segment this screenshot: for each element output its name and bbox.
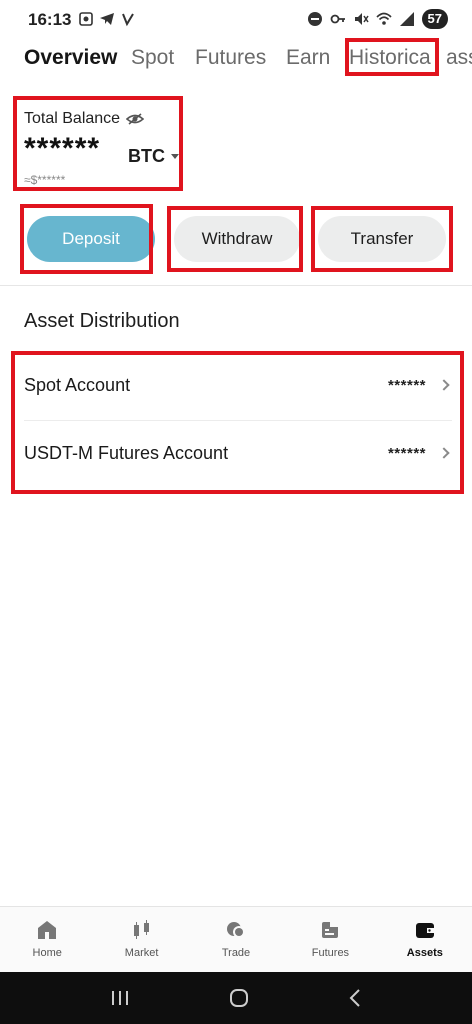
tab-assets-overflow[interactable]: ass — [446, 46, 472, 70]
status-bar: 16:13 57 — [0, 0, 472, 40]
total-balance-label: Total Balance — [24, 110, 145, 128]
section-divider — [0, 285, 472, 286]
deposit-button[interactable]: Deposit — [27, 216, 155, 262]
recent-apps-icon[interactable] — [109, 989, 131, 1007]
chevron-right-icon — [438, 379, 450, 391]
bottom-nav: Home Market Trade Futures Assets — [0, 906, 472, 972]
tab-historical[interactable]: Historica — [349, 46, 431, 70]
dnd-icon — [307, 12, 322, 26]
row-divider — [24, 420, 452, 421]
home-icon — [38, 921, 57, 939]
wallet-icon — [415, 923, 434, 938]
chevron-right-icon — [438, 447, 450, 459]
nav-label: Market — [124, 947, 159, 959]
account-value: ****** — [387, 444, 426, 462]
futures-account-row[interactable]: USDT-M Futures Account ****** — [24, 425, 452, 481]
nav-label: Home — [32, 947, 62, 959]
withdraw-button[interactable]: Withdraw — [174, 216, 300, 262]
asset-distribution-title: Asset Distribution — [24, 310, 180, 332]
nav-home[interactable]: Home — [0, 907, 94, 972]
futures-icon — [322, 922, 339, 938]
nav-market[interactable]: Market — [94, 907, 188, 972]
currency-selector[interactable]: BTC — [128, 146, 179, 167]
check-icon — [122, 13, 134, 27]
spot-account-row[interactable]: Spot Account ****** — [24, 357, 452, 413]
tab-futures[interactable]: Futures — [195, 46, 266, 70]
tab-spot[interactable]: Spot — [131, 46, 174, 70]
fiat-balance: ≈$****** — [24, 173, 66, 187]
screenshot-icon — [79, 12, 93, 26]
back-icon[interactable] — [347, 987, 363, 1009]
wifi-icon — [375, 12, 392, 25]
caret-down-icon — [171, 154, 179, 159]
asset-tabs: Overview Spot Futures Earn Historica ass — [0, 38, 472, 84]
account-name: Spot Account — [24, 374, 131, 395]
nav-futures[interactable]: Futures — [283, 907, 377, 972]
eye-off-icon[interactable] — [126, 112, 145, 126]
transfer-button[interactable]: Transfer — [318, 216, 446, 262]
signal-icon — [399, 12, 414, 26]
nav-label: Trade — [221, 947, 251, 959]
nav-label: Assets — [406, 947, 443, 959]
system-nav-bar — [0, 972, 472, 1024]
currency-label: BTC — [128, 146, 165, 166]
nav-trade[interactable]: Trade — [189, 907, 283, 972]
tab-overview[interactable]: Overview — [24, 46, 117, 70]
total-balance-text: Total Balance — [24, 110, 121, 127]
nav-assets[interactable]: Assets — [378, 907, 472, 972]
battery-indicator: 57 — [421, 9, 448, 29]
mute-icon — [354, 13, 369, 25]
tab-earn[interactable]: Earn — [286, 46, 330, 70]
trade-icon — [227, 922, 246, 938]
status-time: 16:13 — [28, 10, 72, 29]
account-value: ****** — [387, 376, 426, 394]
key-icon — [330, 14, 345, 24]
candlestick-icon — [133, 920, 149, 939]
nav-label: Futures — [311, 947, 350, 959]
account-name: USDT-M Futures Account — [24, 442, 229, 463]
total-balance-value: ****** — [24, 132, 101, 165]
telegram-icon — [100, 13, 114, 25]
home-button-icon[interactable] — [228, 987, 250, 1009]
